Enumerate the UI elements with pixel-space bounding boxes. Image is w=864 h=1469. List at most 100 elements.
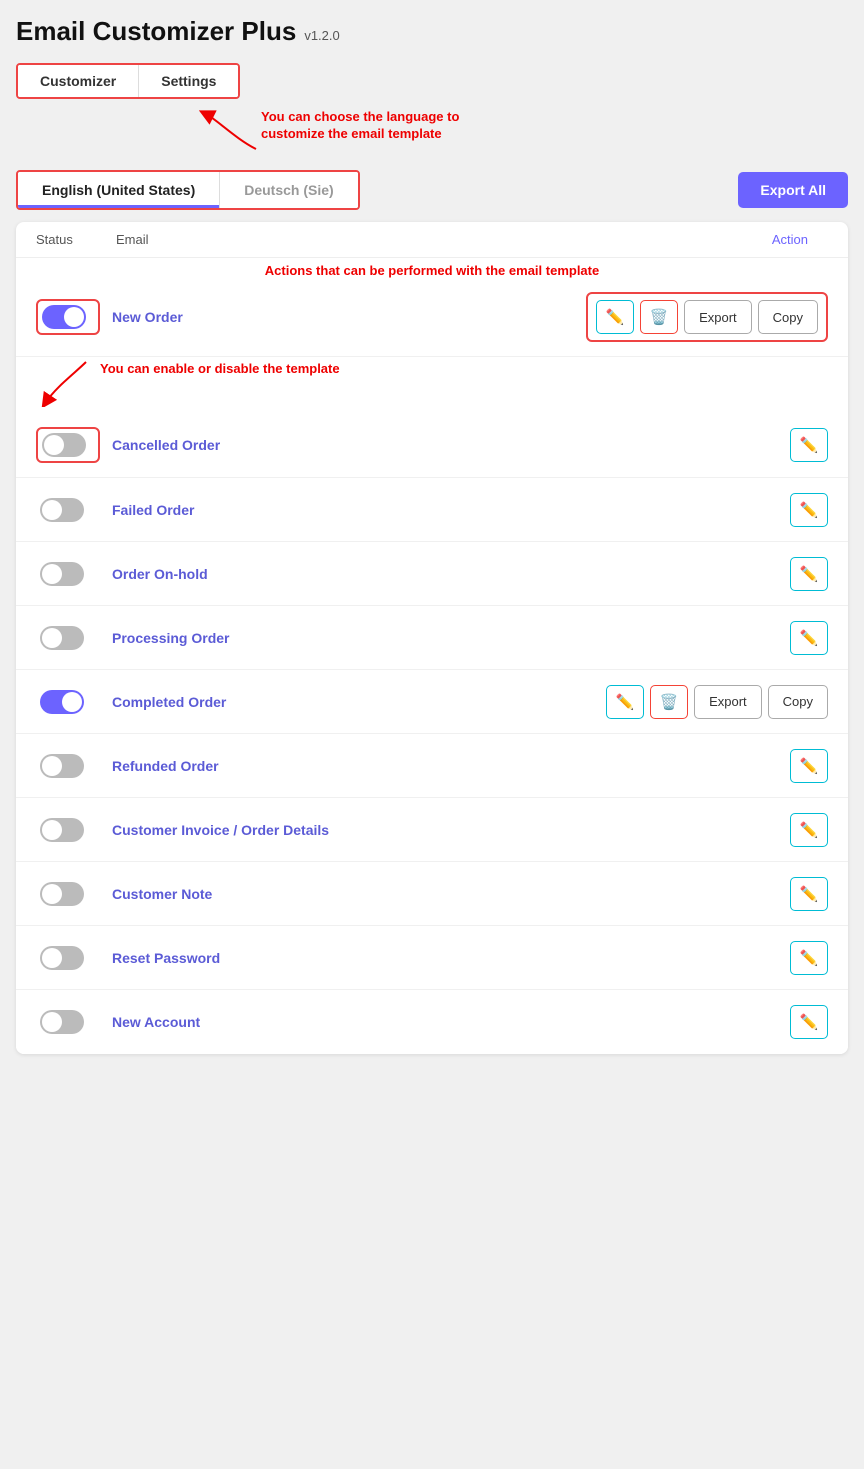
toggle-wrapper-new-order [36,299,100,335]
table-row: New Order ✏️ 🗑️ Export Copy [16,278,848,357]
app-header: Email Customizer Plus v1.2.0 [16,16,848,47]
header-status: Status [36,232,116,247]
table-row: Order On-hold ✏️ [16,542,848,606]
toggle-customer-note[interactable] [40,882,84,906]
toggle-wrapper-new-account [36,1006,100,1038]
copy-button-completed-order[interactable]: Copy [768,685,828,719]
toggle-failed-order[interactable] [40,498,84,522]
table-row: Customer Note ✏️ [16,862,848,926]
action-cell-new-order: ✏️ 🗑️ Export Copy [586,292,828,342]
pencil-icon: ✏️ [800,757,819,775]
email-name-order-on-hold[interactable]: Order On-hold [112,566,790,582]
edit-button-new-account[interactable]: ✏️ [790,1005,828,1039]
table-row: Completed Order ✏️ 🗑️ Export Copy [16,670,848,734]
email-name-refunded-order[interactable]: Refunded Order [112,758,790,774]
toggle-wrapper-refunded-order [36,750,100,782]
email-name-new-account[interactable]: New Account [112,1014,790,1030]
pencil-icon: ✏️ [800,501,819,519]
edit-button-new-order[interactable]: ✏️ [596,300,634,334]
action-cell-processing-order: ✏️ [790,621,828,655]
delete-button-completed-order[interactable]: 🗑️ [650,685,688,719]
toggle-new-order[interactable] [42,305,86,329]
table-row: Refunded Order ✏️ [16,734,848,798]
edit-button-reset-password[interactable]: ✏️ [790,941,828,975]
action-annotation: Actions that can be performed with the e… [265,263,599,278]
email-name-failed-order[interactable]: Failed Order [112,502,790,518]
tab-settings[interactable]: Settings [138,65,238,97]
pencil-icon: ✏️ [800,1013,819,1031]
pencil-icon: ✏️ [800,436,819,454]
toggle-order-on-hold[interactable] [40,562,84,586]
action-cell-customer-invoice: ✏️ [790,813,828,847]
toggle-wrapper-reset-password [36,942,100,974]
toggle-completed-order[interactable] [40,690,84,714]
trash-icon: 🗑️ [660,693,679,711]
edit-button-customer-invoice[interactable]: ✏️ [790,813,828,847]
edit-button-order-on-hold[interactable]: ✏️ [790,557,828,591]
delete-button-new-order[interactable]: 🗑️ [640,300,678,334]
pencil-icon: ✏️ [800,565,819,583]
email-name-completed-order[interactable]: Completed Order [112,694,606,710]
lang-tab-english[interactable]: English (United States) [18,172,219,208]
toggle-cancelled-order[interactable] [42,433,86,457]
copy-button-new-order[interactable]: Copy [758,300,818,334]
toggle-customer-invoice[interactable] [40,818,84,842]
email-table: Status Email Action Actions that can be … [16,222,848,1054]
action-cell-refunded-order: ✏️ [790,749,828,783]
email-name-customer-invoice[interactable]: Customer Invoice / Order Details [112,822,790,838]
top-nav-tabs: Customizer Settings [16,63,240,99]
toggle-wrapper-cancelled-order [36,427,100,463]
toggle-wrapper-failed-order [36,494,100,526]
toggle-hint-arrow [36,357,96,407]
edit-button-refunded-order[interactable]: ✏️ [790,749,828,783]
pencil-icon: ✏️ [800,949,819,967]
table-row: Reset Password ✏️ [16,926,848,990]
toggle-wrapper-customer-note [36,878,100,910]
email-name-reset-password[interactable]: Reset Password [112,950,790,966]
edit-button-processing-order[interactable]: ✏️ [790,621,828,655]
toggle-reset-password[interactable] [40,946,84,970]
export-button-completed-order[interactable]: Export [694,685,762,719]
table-row: Processing Order ✏️ [16,606,848,670]
pencil-icon: ✏️ [800,885,819,903]
email-name-cancelled-order[interactable]: Cancelled Order [112,437,790,453]
action-cell-reset-password: ✏️ [790,941,828,975]
toggle-wrapper-processing-order [36,622,100,654]
pencil-icon: ✏️ [616,693,635,711]
export-all-button[interactable]: Export All [738,172,848,208]
toggle-wrapper-order-on-hold [36,558,100,590]
lang-tab-bar: English (United States) Deutsch (Sie) [16,170,360,210]
header-email: Email [116,232,772,247]
action-cell-new-account: ✏️ [790,1005,828,1039]
export-button-new-order[interactable]: Export [684,300,752,334]
table-row: New Account ✏️ [16,990,848,1054]
edit-button-cancelled-order[interactable]: ✏️ [790,428,828,462]
toggle-refunded-order[interactable] [40,754,84,778]
toggle-processing-order[interactable] [40,626,84,650]
action-cell-order-on-hold: ✏️ [790,557,828,591]
pencil-icon: ✏️ [800,629,819,647]
toggle-new-account[interactable] [40,1010,84,1034]
toggle-wrapper-customer-invoice [36,814,100,846]
table-row: Customer Invoice / Order Details ✏️ [16,798,848,862]
table-row: Cancelled Order ✏️ [16,413,848,478]
action-cell-cancelled-order: ✏️ [790,428,828,462]
table-row: Failed Order ✏️ [16,478,848,542]
email-name-customer-note[interactable]: Customer Note [112,886,790,902]
lang-tab-deutsch[interactable]: Deutsch (Sie) [219,172,357,208]
action-cell-completed-order: ✏️ 🗑️ Export Copy [606,685,828,719]
edit-button-customer-note[interactable]: ✏️ [790,877,828,911]
toggle-annotation: You can enable or disable the template [100,361,340,378]
action-cell-failed-order: ✏️ [790,493,828,527]
edit-button-failed-order[interactable]: ✏️ [790,493,828,527]
email-name-processing-order[interactable]: Processing Order [112,630,790,646]
pencil-icon: ✏️ [800,821,819,839]
app-version: v1.2.0 [304,28,339,43]
edit-button-completed-order[interactable]: ✏️ [606,685,644,719]
app-title: Email Customizer Plus [16,16,296,47]
tab-customizer[interactable]: Customizer [18,65,138,97]
email-name-new-order[interactable]: New Order [112,309,586,325]
trash-icon: 🗑️ [650,308,669,326]
lang-export-row: English (United States) Deutsch (Sie) Ex… [16,170,848,210]
pencil-icon: ✏️ [606,308,625,326]
